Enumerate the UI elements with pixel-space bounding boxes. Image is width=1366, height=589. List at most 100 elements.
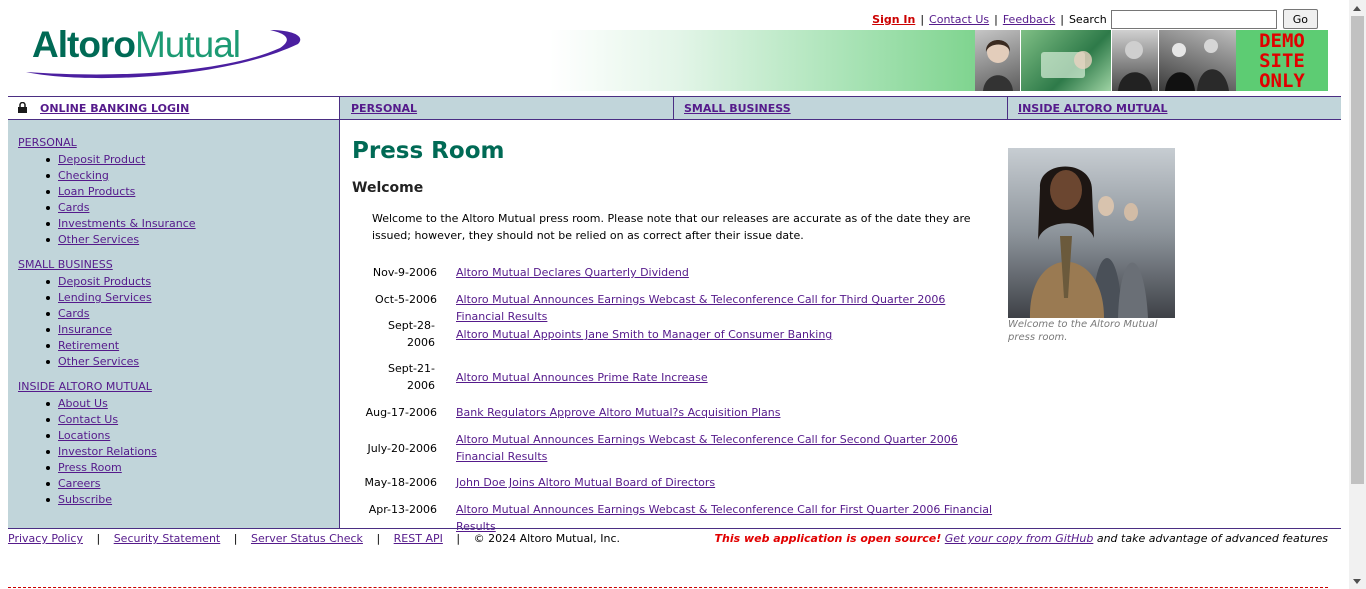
sidebar-item: Careers <box>38 476 157 492</box>
press-photo-caption: Welcome to the Altoro Mutual press room. <box>1008 319 1158 343</box>
github-link[interactable]: Get your copy from GitHub <box>945 532 1094 545</box>
page-title: Press Room <box>352 138 505 164</box>
sidebar-link[interactable]: Insurance <box>58 323 112 336</box>
nav-tab-inside-altoro: INSIDE ALTORO MUTUAL <box>1008 97 1341 119</box>
demo-badge-line: SITE <box>1259 50 1305 72</box>
press-release-date: Oct-5-2006 <box>375 293 437 306</box>
logo-word-mutual: Mutual <box>134 24 241 65</box>
sidebar-link[interactable]: Careers <box>58 477 101 490</box>
logo-wordmark: AltoroMutual <box>32 24 241 66</box>
press-room-photo <box>1008 148 1175 318</box>
sidebar-item: Cards <box>38 200 196 216</box>
contact-us-link[interactable]: Contact Us <box>929 13 989 26</box>
press-release-link[interactable]: Altoro Mutual Announces Earnings Webcast… <box>456 431 996 465</box>
nav-personal-link[interactable]: PERSONAL <box>351 102 417 115</box>
security-statement-link[interactable]: Security Statement <box>114 532 221 545</box>
demo-badge-line: DEMO <box>1259 30 1305 52</box>
main-nav-bar: ONLINE BANKING LOGIN PERSONAL SMALL BUSI… <box>8 96 1341 120</box>
altoro-logo[interactable]: AltoroMutual <box>22 22 304 82</box>
nav-tab-personal: PERSONAL <box>340 97 674 119</box>
server-status-check-link[interactable]: Server Status Check <box>251 532 363 545</box>
press-release-link[interactable]: Bank Regulators Approve Altoro Mutual?s … <box>456 404 996 421</box>
demo-site-only-badge: DEMO SITE ONLY <box>1236 30 1328 91</box>
sidebar-link[interactable]: Cards <box>58 201 89 214</box>
sidebar-link[interactable]: Loan Products <box>58 185 135 198</box>
press-release-date: Apr-13-2006 <box>368 503 437 516</box>
sidebar-link[interactable]: Retirement <box>58 339 119 352</box>
press-release-link[interactable]: Altoro Mutual Declares Quarterly Dividen… <box>456 264 996 281</box>
sidebar-link[interactable]: Investments & Insurance <box>58 217 196 230</box>
sidebar-item: Contact Us <box>38 412 157 428</box>
sidebar-link[interactable]: Locations <box>58 429 110 442</box>
separator: | <box>456 532 461 545</box>
privacy-policy-link[interactable]: Privacy Policy <box>8 532 83 545</box>
search-go-button[interactable]: Go <box>1282 9 1318 29</box>
logo-word-altoro: Altoro <box>32 24 136 65</box>
sidebar-link[interactable]: Lending Services <box>58 291 152 304</box>
sidebar-link[interactable]: Other Services <box>58 233 139 246</box>
rest-api-link[interactable]: REST API <box>394 532 443 545</box>
scroll-up-arrow-icon[interactable] <box>1353 6 1361 11</box>
separator: | <box>376 532 381 545</box>
page-subtitle: Welcome <box>352 180 424 196</box>
sidebar-heading-small-business[interactable]: SMALL BUSINESS <box>18 258 113 271</box>
press-release-date: Sept-21-2006 <box>388 362 435 392</box>
separator: | <box>1060 12 1064 26</box>
separator: | <box>994 12 998 26</box>
sidebar-item: Subscribe <box>38 492 157 508</box>
copyright-text: © 2024 Altoro Mutual, Inc. <box>473 532 620 545</box>
sidebar-item: Insurance <box>38 322 152 338</box>
page-bottom-dashed-line <box>8 587 1328 588</box>
vertical-scrollbar[interactable] <box>1349 0 1366 589</box>
press-release-link[interactable]: Altoro Mutual Announces Prime Rate Incre… <box>456 369 996 386</box>
banner-photo-woman <box>975 30 1021 91</box>
scrollbar-thumb[interactable] <box>1351 16 1364 484</box>
sidebar-list-inside-altoro: About Us Contact Us Locations Investor R… <box>38 396 157 508</box>
press-release-date: Aug-17-2006 <box>365 406 437 419</box>
online-banking-login-link[interactable]: ONLINE BANKING LOGIN <box>40 102 189 115</box>
sign-in-link[interactable]: Sign In <box>872 13 915 26</box>
feedback-link[interactable]: Feedback <box>1003 13 1055 26</box>
search-input[interactable] <box>1110 9 1277 29</box>
nav-inside-altoro-link[interactable]: INSIDE ALTORO MUTUAL <box>1018 102 1168 115</box>
sidebar-heading-inside-altoro[interactable]: INSIDE ALTORO MUTUAL <box>18 380 152 393</box>
header-banner-gradient <box>550 30 976 91</box>
sidebar-item: Press Room <box>38 460 157 476</box>
sidebar-link[interactable]: Cards <box>58 307 89 320</box>
separator: | <box>233 532 238 545</box>
scroll-down-arrow-icon[interactable] <box>1353 579 1361 584</box>
footer: Privacy Policy | Security Statement | Se… <box>8 528 1341 551</box>
sidebar-item: Retirement <box>38 338 152 354</box>
sidebar-item: About Us <box>38 396 157 412</box>
sidebar-item: Investor Relations <box>38 444 157 460</box>
sidebar-link[interactable]: About Us <box>58 397 108 410</box>
sidebar-link[interactable]: Checking <box>58 169 109 182</box>
press-release-link[interactable]: John Doe Joins Altoro Mutual Board of Di… <box>456 474 996 491</box>
footer-trailing-text: and take advantage of advanced features <box>1096 532 1328 545</box>
sidebar-link[interactable]: Other Services <box>58 355 139 368</box>
sidebar-link[interactable]: Investor Relations <box>58 445 157 458</box>
footer-opensource-note: This web application is open source! Get… <box>715 532 1329 545</box>
sidebar-link[interactable]: Contact Us <box>58 413 118 426</box>
top-utility-links: Sign In | Contact Us | Feedback | Search… <box>872 9 1318 29</box>
banner-photo-group <box>1158 30 1236 91</box>
sidebar-item: Checking <box>38 168 196 184</box>
sidebar-link[interactable]: Press Room <box>58 461 122 474</box>
press-release-link[interactable]: Altoro Mutual Announces Earnings Webcast… <box>456 291 996 325</box>
nav-small-business-link[interactable]: SMALL BUSINESS <box>684 102 791 115</box>
lock-icon <box>18 102 27 113</box>
sidebar-link[interactable]: Deposit Product <box>58 153 145 166</box>
header-banner-photos <box>975 30 1236 91</box>
sidebar-item: Loan Products <box>38 184 196 200</box>
sidebar-link[interactable]: Deposit Products <box>58 275 151 288</box>
intro-paragraph: Welcome to the Altoro Mutual press room.… <box>372 212 971 242</box>
separator: | <box>920 12 925 26</box>
nav-tab-small-business: SMALL BUSINESS <box>674 97 1008 119</box>
press-release-link[interactable]: Altoro Mutual Appoints Jane Smith to Man… <box>456 326 996 343</box>
search-label: Search <box>1068 12 1107 26</box>
sidebar-link[interactable]: Subscribe <box>58 493 112 506</box>
press-release-date: May-18-2006 <box>364 476 437 489</box>
sidebar-item: Locations <box>38 428 157 444</box>
sidebar-heading-personal[interactable]: PERSONAL <box>18 136 77 149</box>
sidebar-item: Other Services <box>38 354 152 370</box>
